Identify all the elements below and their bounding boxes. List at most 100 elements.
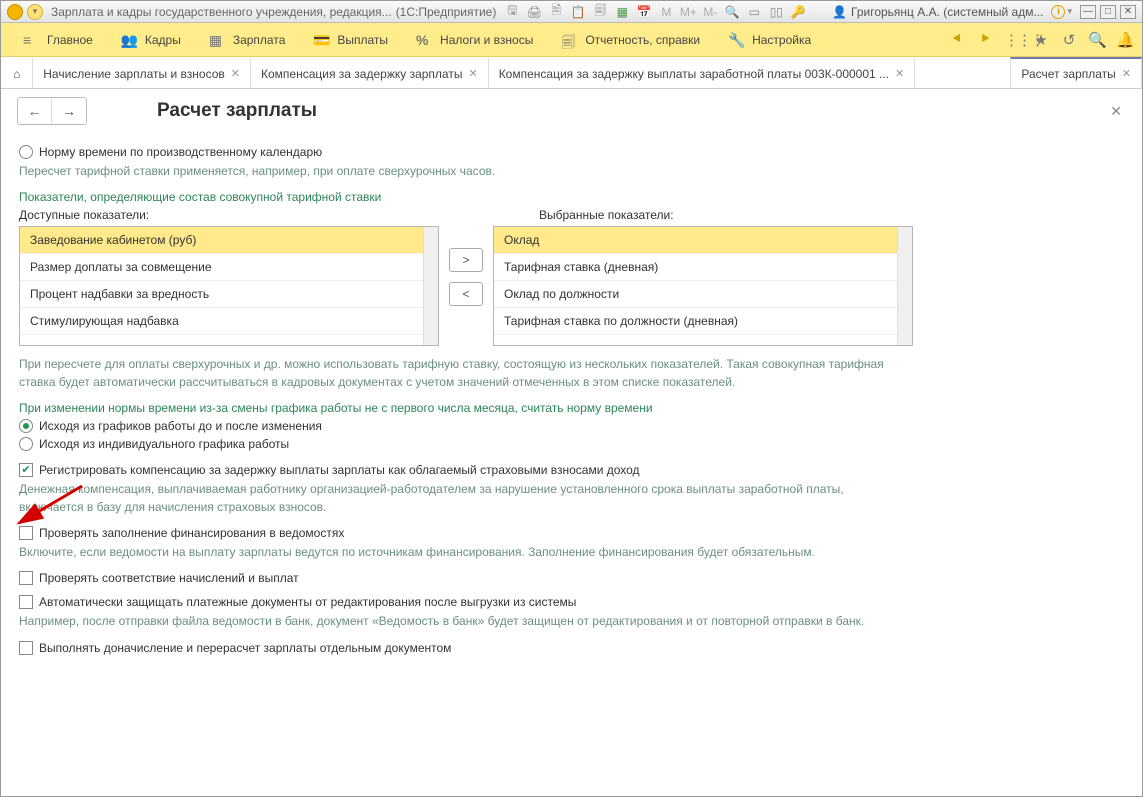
info-icon[interactable]: i <box>1051 5 1065 19</box>
user-badge[interactable]: 👤 Григорьянц А.А. (системный адм... <box>832 5 1043 19</box>
tab-accruals[interactable]: Начисление зарплаты и взносов✕ <box>33 57 251 88</box>
menu-payments[interactable]: 💳 Выплаты <box>299 23 402 56</box>
calendar-icon[interactable]: 📅 <box>636 4 652 20</box>
radio-individual-label: Исходя из индивидуального графика работы <box>39 437 289 451</box>
page-close-button[interactable]: ✕ <box>1106 99 1126 124</box>
bell-icon[interactable]: 🔔 <box>1116 31 1134 49</box>
section-norm-change: При изменении нормы времени из-за смены … <box>19 401 1124 415</box>
menu-reports[interactable]: 🗐 Отчетность, справки <box>547 23 714 56</box>
zoom-in-icon[interactable]: 🔍 <box>724 4 740 20</box>
doc-icon[interactable]: 🗎 <box>548 4 564 20</box>
menu-payments-label: Выплаты <box>337 33 388 47</box>
history-icon[interactable]: ↺ <box>1060 31 1078 49</box>
scrollbar[interactable] <box>897 227 912 345</box>
app-dropdown-icon[interactable] <box>27 4 43 20</box>
checkbox-match-label: Проверять соответствие начислений и выпл… <box>39 571 299 585</box>
checkbox-match[interactable] <box>19 571 33 585</box>
forward-button[interactable]: → <box>52 98 86 124</box>
key-icon[interactable]: 🔑 <box>790 4 806 20</box>
wrench-icon: 🔧 <box>728 32 744 48</box>
nav-buttons: ← → <box>17 97 87 125</box>
menu-taxes[interactable]: %Налоги и взносы <box>402 23 547 56</box>
menu-hr-label: Кадры <box>145 33 181 47</box>
radio-norm-calendar[interactable] <box>19 145 33 159</box>
home-icon: ⌂ <box>13 67 20 81</box>
apps-icon[interactable]: ⋮⋮⋮ <box>1004 31 1022 49</box>
radio-graph-change[interactable] <box>19 419 33 433</box>
percent-icon: % <box>416 32 432 48</box>
tab-label: Компенсация за задержку зарплаты <box>261 67 462 81</box>
nav-prev-icon[interactable]: ⯇ <box>948 31 966 48</box>
minimize-button[interactable]: — <box>1080 5 1096 19</box>
list-item[interactable]: Заведование кабинетом (руб) <box>20 227 438 254</box>
search-icon[interactable]: 🔍 <box>1088 31 1106 49</box>
radio-individual[interactable] <box>19 437 33 451</box>
available-listbox[interactable]: Заведование кабинетом (руб) Размер допла… <box>19 226 439 346</box>
grid-icon: ▦ <box>209 32 225 48</box>
close-icon[interactable]: ✕ <box>468 67 477 80</box>
checkbox-compensation-label: Регистрировать компенсацию за задержку в… <box>39 463 640 477</box>
close-button[interactable]: ✕ <box>1120 5 1136 19</box>
checkbox-protect-label: Автоматически защищать платежные докумен… <box>39 595 576 609</box>
report-icon: 🗐 <box>561 32 577 48</box>
label-selected: Выбранные показатели: <box>539 208 674 222</box>
list-item[interactable]: Процент надбавки за вредность <box>20 281 438 308</box>
label-available: Доступные показатели: <box>19 208 449 222</box>
back-button[interactable]: ← <box>18 98 52 124</box>
m-minus-icon[interactable]: M- <box>702 4 718 20</box>
app-icon <box>7 4 23 20</box>
page-header: ← → Расчет зарплаты ✕ <box>1 89 1142 129</box>
checkbox-financing[interactable] <box>19 526 33 540</box>
maximize-button[interactable]: □ <box>1100 5 1116 19</box>
list-item[interactable]: Оклад по должности <box>494 281 912 308</box>
menu-main-label: Главное <box>47 33 93 47</box>
tab-compensation-doc[interactable]: Компенсация за задержку выплаты заработн… <box>489 57 916 88</box>
page-icon[interactable]: ▭ <box>746 4 762 20</box>
menu-salary-label: Зарплата <box>233 33 286 47</box>
copy-icon[interactable]: 🗐 <box>592 4 608 20</box>
tab-salary-calc[interactable]: Расчет зарплаты✕ <box>1010 57 1142 88</box>
menu-reports-label: Отчетность, справки <box>585 33 700 47</box>
hint-overtime: При пересчете для оплаты сверхурочных и … <box>19 356 899 391</box>
app-title: Зарплата и кадры государственного учрежд… <box>51 5 392 19</box>
close-icon[interactable]: ✕ <box>1122 67 1131 80</box>
list-item[interactable]: Тарифная ставка по должности (дневная) <box>494 308 912 335</box>
menu-salary[interactable]: ▦ Зарплата <box>195 23 300 56</box>
save-icon[interactable]: 🖫 <box>504 4 520 20</box>
radio-graph-change-label: Исходя из графиков работы до и после изм… <box>39 419 322 433</box>
clipboard-icon[interactable]: 📋 <box>570 4 586 20</box>
close-icon[interactable]: ✕ <box>231 67 240 80</box>
move-left-button[interactable]: < <box>449 282 483 306</box>
nav-next-icon[interactable]: ⯈ <box>976 31 994 48</box>
checkbox-compensation[interactable] <box>19 463 33 477</box>
list-item[interactable]: Размер доплаты за совмещение <box>20 254 438 281</box>
calc-icon[interactable]: ▦ <box>614 4 630 20</box>
people-icon: 👥 <box>121 32 137 48</box>
star-icon[interactable]: ★ <box>1032 31 1050 49</box>
tab-compensation-delay[interactable]: Компенсация за задержку зарплаты ✕ <box>251 57 489 88</box>
list-item[interactable]: Стимулирующая надбавка <box>20 308 438 335</box>
card-icon: 💳 <box>313 32 329 48</box>
pages-icon[interactable]: ▯▯ <box>768 4 784 20</box>
close-icon[interactable]: ✕ <box>895 67 904 80</box>
checkbox-recalc-doc[interactable] <box>19 641 33 655</box>
content-area: Норму времени по производственному кален… <box>1 129 1142 796</box>
menu-hr[interactable]: 👥 Кадры <box>107 23 195 56</box>
checkbox-recalc-doc-label: Выполнять доначисление и перерасчет зарп… <box>39 641 451 655</box>
info-dropdown-icon[interactable]: ▾ <box>1067 6 1072 17</box>
print-icon[interactable]: 🖨 <box>526 4 542 20</box>
m-plus-icon[interactable]: M+ <box>680 4 696 20</box>
checkbox-protect[interactable] <box>19 595 33 609</box>
selected-listbox[interactable]: Оклад Тарифная ставка (дневная) Оклад по… <box>493 226 913 346</box>
menu-main[interactable]: ≡Главное <box>9 23 107 56</box>
indicators-picker: Заведование кабинетом (руб) Размер допла… <box>19 226 1124 346</box>
m-icon[interactable]: M <box>658 4 674 20</box>
main-menu: ≡Главное 👥 Кадры ▦ Зарплата 💳 Выплаты %Нало… <box>1 23 1142 57</box>
list-item[interactable]: Тарифная ставка (дневная) <box>494 254 912 281</box>
tab-home[interactable]: ⌂ <box>1 57 33 88</box>
titlebar: Зарплата и кадры государственного учрежд… <box>1 1 1142 23</box>
scrollbar[interactable] <box>423 227 438 345</box>
menu-settings[interactable]: 🔧Настройка <box>714 23 825 56</box>
list-item[interactable]: Оклад <box>494 227 912 254</box>
move-right-button[interactable]: > <box>449 248 483 272</box>
